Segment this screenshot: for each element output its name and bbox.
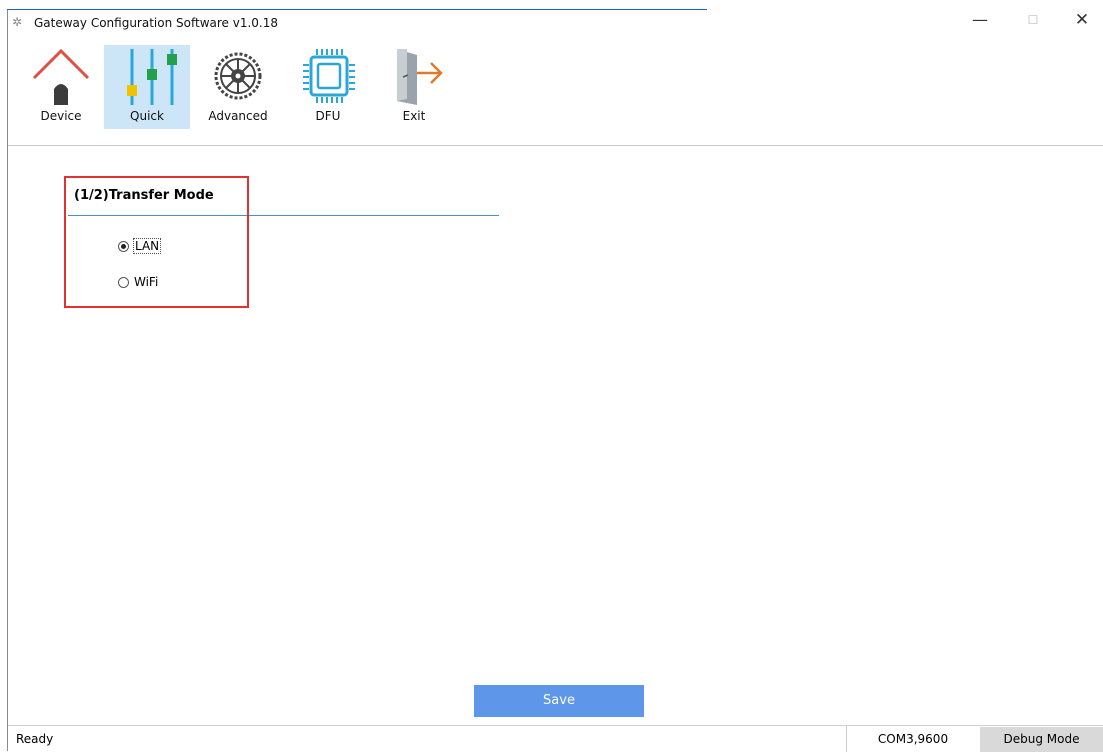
toolbar-quick-label: Quick [130, 109, 164, 123]
minimize-button[interactable]: — [960, 8, 1000, 32]
toolbar-divider [8, 145, 1103, 146]
sliders-icon [127, 49, 177, 105]
gear-icon [214, 52, 262, 100]
toolbar-exit-label: Exit [402, 109, 426, 123]
save-button[interactable]: Save [474, 685, 644, 717]
chip-icon [303, 49, 355, 103]
close-button[interactable]: ✕ [1062, 8, 1102, 32]
toolbar-advanced-label: Advanced [208, 109, 268, 123]
house-icon [32, 48, 90, 105]
toolbar-device-button[interactable]: Device [20, 45, 102, 129]
toolbar-quick-button[interactable]: Quick [104, 45, 190, 129]
window-title: Gateway Configuration Software v1.0.18 [34, 16, 279, 30]
toolbar-advanced-button[interactable]: Advanced [198, 45, 278, 129]
status-bar: Ready COM3,9600 Debug Mode [8, 725, 1103, 752]
port-status: COM3,9600 [846, 726, 979, 752]
toolbar-dfu-button[interactable]: DFU [290, 45, 366, 129]
toolbar-dfu-label: DFU [315, 109, 341, 123]
toolbar: Device Quick Advanced DFU Exit [8, 40, 1103, 132]
maximize-button[interactable]: ☐ [1013, 8, 1053, 32]
debug-mode-button[interactable]: Debug Mode [980, 727, 1103, 752]
toolbar-exit-button[interactable]: Exit [376, 45, 452, 129]
toolbar-device-label: Device [40, 109, 82, 123]
app-gear-icon: ✲ [12, 15, 23, 29]
status-text: Ready [16, 732, 54, 746]
exit-door-icon [397, 49, 443, 105]
annotation-highlight-box [64, 176, 249, 308]
